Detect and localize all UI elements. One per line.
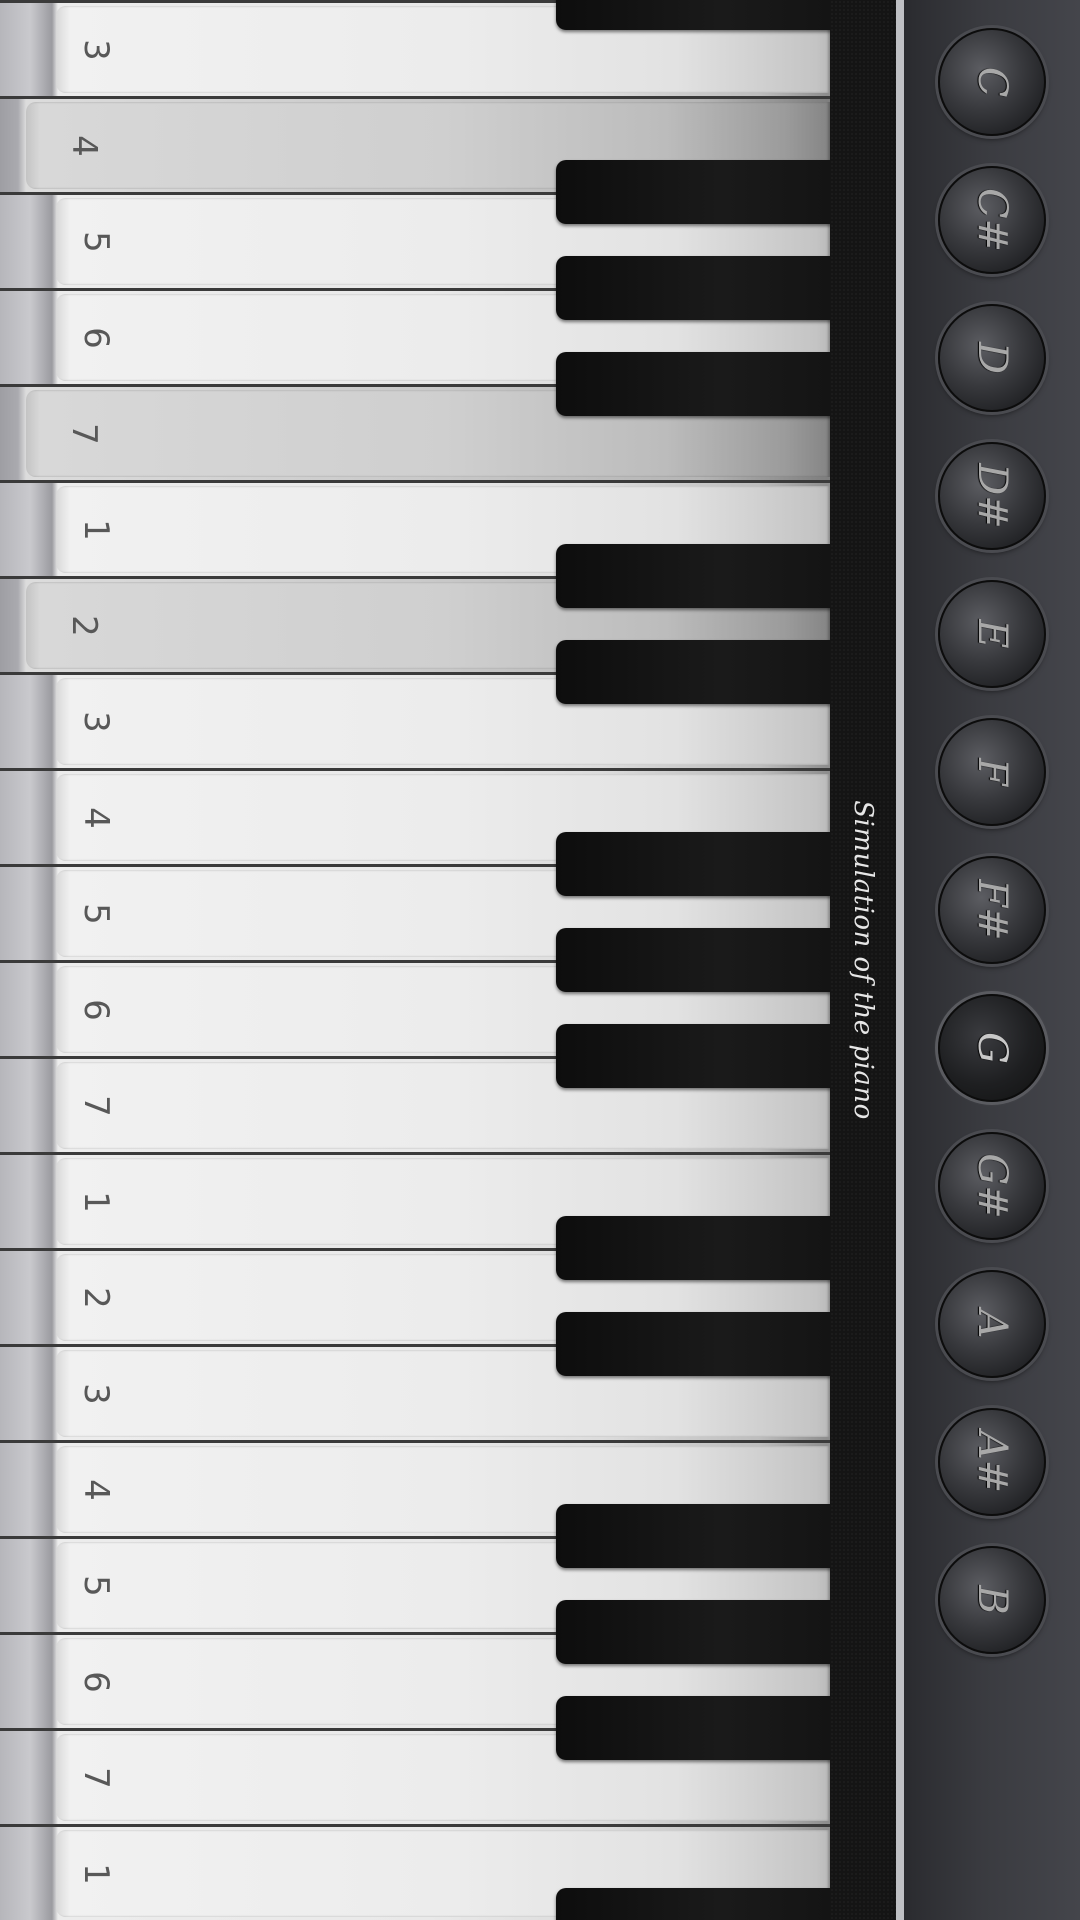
note-button[interactable]: A# [938,1408,1046,1516]
white-key-label: 6 [76,326,116,349]
white-key-label: 4 [76,806,116,829]
black-key[interactable] [556,0,832,30]
black-key[interactable] [556,352,832,416]
white-key-label: 4 [64,134,104,157]
note-button[interactable]: B [938,1546,1046,1654]
black-key[interactable] [556,1696,832,1760]
white-key-label: 5 [76,902,116,925]
white-key-label: 6 [76,1670,116,1693]
white-key-label: 3 [76,38,116,61]
note-button[interactable]: D# [938,442,1046,550]
note-selector-panel: C C# D D# E F F# G G# A A# B [904,0,1080,1920]
black-key[interactable] [556,1504,832,1568]
white-key-label: 3 [76,710,116,733]
note-button-label: F [969,758,1015,786]
note-button-label: B [969,1585,1015,1615]
white-key-label: 7 [64,422,104,445]
black-key[interactable] [556,160,832,224]
black-key[interactable] [556,640,832,704]
note-button-label: C# [969,187,1015,253]
note-button-label: E [969,619,1015,649]
black-key[interactable] [556,1600,832,1664]
black-key[interactable] [556,832,832,896]
white-key-label: 5 [76,230,116,253]
app-title: Simulation of the piano [848,800,878,1120]
white-key-label: 4 [76,1478,116,1501]
black-key[interactable] [556,928,832,992]
note-button[interactable]: F [938,718,1046,826]
piano-keyboard: 3 4 5 6 7 1 2 3 4 5 6 7 1 2 3 4 5 6 7 1 [0,0,832,1920]
white-key-label: 5 [76,1574,116,1597]
note-button[interactable]: A [938,1270,1046,1378]
white-key-label: 7 [76,1766,116,1789]
note-button-label: D [969,341,1015,375]
black-key[interactable] [556,1312,832,1376]
note-button[interactable]: G [938,994,1046,1102]
black-key[interactable] [556,1024,832,1088]
note-button-label: A [969,1309,1015,1339]
note-button-label: C [969,66,1015,98]
white-key-label: 3 [76,1382,116,1405]
white-key-label: 1 [76,518,116,541]
black-key[interactable] [556,544,832,608]
felt-strip: Simulation of the piano [830,0,904,1920]
black-key[interactable] [556,256,832,320]
note-button[interactable]: G# [938,1132,1046,1240]
white-key-label: 1 [76,1190,116,1213]
note-button-label: A# [969,1430,1015,1494]
note-button[interactable]: C# [938,166,1046,274]
note-button[interactable]: C [938,28,1046,136]
note-button-label: G# [969,1153,1015,1219]
black-key[interactable] [556,1216,832,1280]
white-key-label: 2 [76,1286,116,1309]
white-key-label: 6 [76,998,116,1021]
note-button[interactable]: F# [938,856,1046,964]
note-button[interactable]: E [938,580,1046,688]
white-key-label: 2 [64,614,104,637]
note-button-label: G [969,1032,1015,1064]
piano-app: 3 4 5 6 7 1 2 3 4 5 6 7 1 2 3 4 5 6 7 1 Simulation of the p… [0,0,1080,1920]
note-button[interactable]: D [938,304,1046,412]
white-key-label: 7 [76,1094,116,1117]
note-button-label: D# [969,463,1015,529]
white-key-label: 1 [76,1862,116,1885]
note-button-label: F# [969,879,1015,941]
black-key[interactable] [556,1888,832,1920]
